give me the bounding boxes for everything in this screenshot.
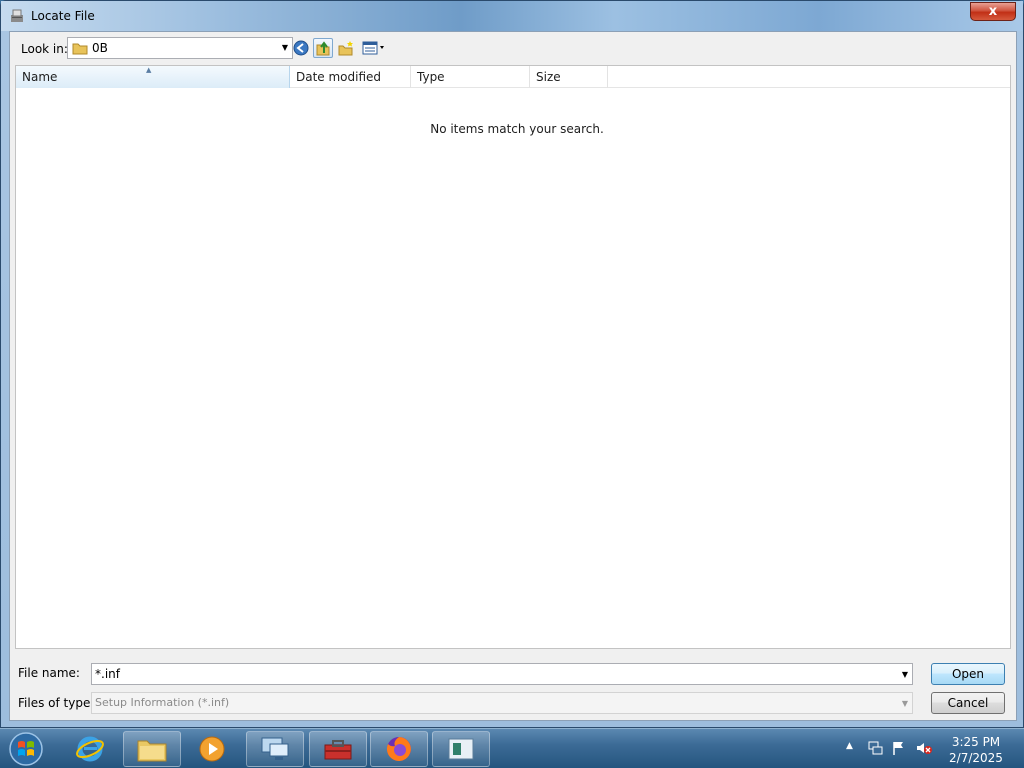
volume-muted-icon[interactable]: [915, 740, 933, 756]
look-in-dropdown[interactable]: 0B ▼: [67, 37, 293, 59]
folder-icon: [72, 43, 88, 55]
taskbar-media-player[interactable]: [183, 731, 241, 767]
cancel-button[interactable]: Cancel: [931, 692, 1005, 714]
folder-library-icon: [137, 740, 167, 762]
open-button[interactable]: Open: [931, 663, 1005, 685]
file-name-input[interactable]: *.inf ▼: [91, 663, 913, 685]
clock-time: 3:25 PM: [951, 735, 1001, 749]
new-folder-icon: [338, 41, 353, 56]
file-list-header: ▲ Name Date modified Type Size: [16, 66, 1010, 88]
taskbar-windows-explorer[interactable]: [123, 731, 181, 767]
app-icon: [11, 9, 23, 22]
remote-desktop-icon: [261, 737, 289, 760]
show-hidden-icons-arrow[interactable]: ▲: [846, 741, 853, 751]
files-of-type-value: Setup Information (*.inf): [95, 696, 230, 709]
window-title: Locate File: [31, 9, 95, 23]
firefox-icon: [386, 737, 411, 761]
file-name-label: File name:: [18, 666, 80, 680]
column-name[interactable]: ▲ Name: [16, 66, 290, 88]
column-date-label: Date modified: [296, 70, 382, 84]
taskbar-internet-explorer[interactable]: [61, 731, 119, 767]
close-icon: x: [988, 4, 998, 19]
taskbar-remote-desktop[interactable]: [246, 731, 304, 767]
sort-ascending-icon: ▲: [146, 66, 152, 74]
taskbar-app-window[interactable]: [432, 731, 490, 767]
clock-date: 2/7/2025: [949, 751, 1003, 765]
chevron-down-icon[interactable]: ▼: [282, 43, 288, 52]
network-icon[interactable]: [867, 740, 883, 756]
action-center-flag-icon[interactable]: [891, 740, 907, 756]
locate-file-window: Locate File x Look in: 0B ▼ ▲ Name Date …: [0, 0, 1024, 728]
look-in-label: Look in:: [21, 42, 68, 56]
close-button[interactable]: x: [970, 2, 1016, 21]
files-of-type-label: Files of type:: [18, 696, 95, 710]
column-type-label: Type: [417, 70, 445, 84]
files-of-type-dropdown: Setup Information (*.inf) ▼: [91, 692, 913, 714]
chevron-down-icon: ▼: [901, 699, 908, 708]
app-window-icon: [448, 738, 474, 760]
column-name-label: Name: [22, 70, 58, 84]
file-list[interactable]: ▲ Name Date modified Type Size No items …: [15, 65, 1011, 649]
file-name-value: *.inf: [95, 667, 120, 681]
up-one-level-button[interactable]: [313, 38, 333, 58]
chevron-down-icon[interactable]: ▼: [902, 665, 908, 685]
look-in-value: 0B: [92, 41, 108, 55]
taskbar: ▲ 3:25 PM 2/7/2025: [0, 728, 1024, 768]
system-clock[interactable]: 3:25 PM 2/7/2025: [944, 734, 1008, 766]
taskbar-firefox[interactable]: [370, 731, 428, 767]
back-arrow-icon: [293, 40, 309, 56]
new-folder-button[interactable]: [336, 38, 356, 58]
internet-explorer-icon: [76, 736, 104, 762]
taskbar-toolbox[interactable]: [309, 731, 367, 767]
up-folder-icon: [316, 41, 330, 56]
media-player-icon: [199, 736, 225, 762]
column-size-label: Size: [536, 70, 561, 84]
back-button[interactable]: [291, 38, 311, 58]
windows-logo-icon: [9, 732, 43, 766]
view-details-icon: [362, 41, 384, 55]
column-size[interactable]: Size: [530, 66, 608, 88]
column-type[interactable]: Type: [411, 66, 530, 88]
dialog-client-area: Look in: 0B ▼ ▲ Name Date modified Type …: [9, 31, 1017, 721]
title-bar[interactable]: Locate File x: [1, 1, 1023, 31]
column-date-modified[interactable]: Date modified: [290, 66, 411, 88]
start-button[interactable]: [6, 731, 46, 767]
toolbox-icon: [324, 740, 352, 760]
view-menu-button[interactable]: [360, 38, 388, 58]
empty-message: No items match your search.: [430, 122, 604, 136]
